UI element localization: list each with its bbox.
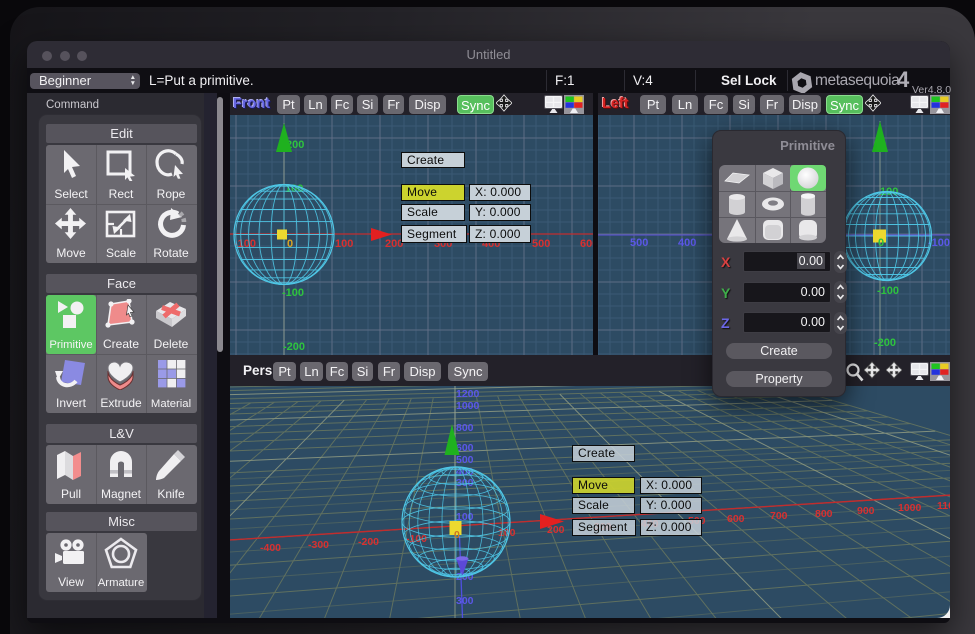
svg-text:800: 800 xyxy=(456,422,474,434)
svg-text:1000: 1000 xyxy=(898,502,922,514)
svg-text:-300: -300 xyxy=(308,539,329,551)
svg-text:-200: -200 xyxy=(358,536,379,548)
svg-text:100: 100 xyxy=(335,238,353,250)
svg-text:700: 700 xyxy=(770,510,788,522)
svg-text:600: 600 xyxy=(580,238,593,250)
svg-text:-100: -100 xyxy=(282,287,304,299)
svg-text:-100: -100 xyxy=(406,533,427,545)
svg-text:500: 500 xyxy=(630,237,648,249)
svg-text:900: 900 xyxy=(857,505,875,517)
svg-text:0: 0 xyxy=(287,238,293,250)
svg-text:-200: -200 xyxy=(874,337,896,349)
svg-text:1200: 1200 xyxy=(456,388,480,400)
svg-text:300: 300 xyxy=(456,595,474,607)
svg-text:400: 400 xyxy=(678,237,696,249)
svg-text:1100: 1100 xyxy=(937,500,950,512)
svg-text:-100: -100 xyxy=(877,285,899,297)
svg-text:500: 500 xyxy=(532,238,550,250)
svg-text:0: 0 xyxy=(878,237,884,249)
svg-text:1000: 1000 xyxy=(456,400,480,412)
svg-text:0: 0 xyxy=(454,529,460,541)
svg-text:500: 500 xyxy=(456,454,474,466)
svg-text:600: 600 xyxy=(727,513,745,525)
svg-text:-400: -400 xyxy=(260,542,281,554)
svg-text:800: 800 xyxy=(815,508,833,520)
svg-text:-200: -200 xyxy=(283,341,305,353)
